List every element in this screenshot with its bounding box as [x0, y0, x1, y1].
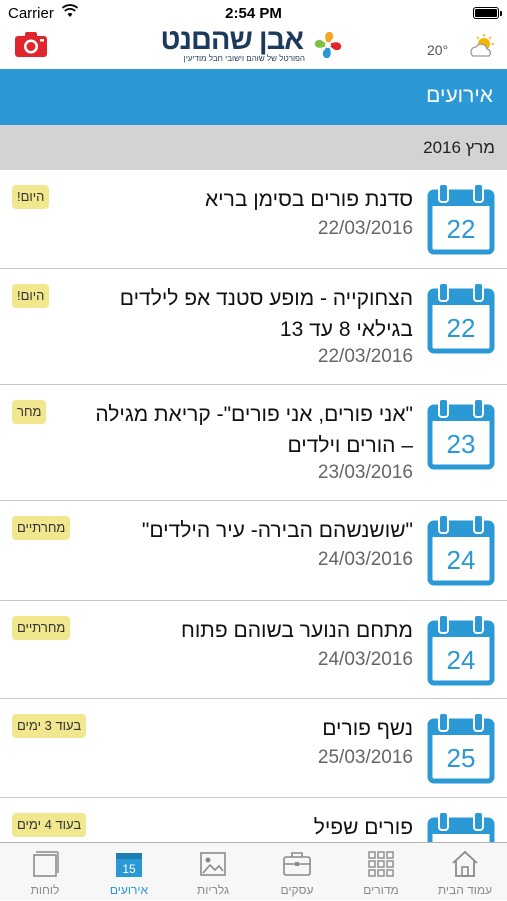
calendar-day-number: 22	[446, 313, 476, 343]
grid-icon	[368, 851, 394, 877]
calendar-icon: 22	[427, 183, 495, 256]
status-badge: בעוד 3 ימים	[12, 714, 87, 738]
calendar-day-number: 22	[446, 214, 476, 244]
weather-temperature: 20°	[427, 42, 449, 58]
event-title: "אני פורים, אני פורים"- קריאת מגילה – הו…	[95, 403, 413, 457]
status-badge: מחרתיים	[12, 516, 71, 540]
calendar-day-number: 24	[446, 645, 476, 675]
month-section-header: מרץ 2016	[0, 125, 507, 170]
event-title: הצחוקייה - מופע סטנד אפ לילדים בגילאי 8 …	[119, 287, 413, 341]
event-title: סדנת פורים בסימן בריא	[204, 188, 413, 211]
calendar-day-number: 23	[446, 429, 476, 459]
tab-label: אירועים	[109, 883, 149, 897]
page-title: אירועים	[426, 84, 493, 107]
app-header: אבן שהםנט הפורטל של שוהם וישובי חבל מודי…	[0, 24, 507, 69]
tab-sections[interactable]: מדורים	[339, 843, 423, 901]
tab-label: עמוד הבית	[437, 883, 493, 897]
list-item[interactable]: 24 "שושנשהם הבירה- עיר הילדים" 24/03/201…	[0, 501, 507, 601]
events-list[interactable]: 22 סדנת פורים בסימן בריא 22/03/2016 היום…	[0, 170, 507, 842]
tab-label: מדורים	[363, 883, 399, 897]
app-logo[interactable]: אבן שהםנט הפורטל של שוהם וישובי חבל מודי…	[160, 24, 349, 68]
status-time: 2:54 PM	[225, 5, 282, 22]
tab-label: עסקים	[280, 883, 314, 897]
calendar-icon	[427, 811, 495, 842]
event-date: 25/03/2016	[317, 747, 413, 768]
calendar-icon: 24	[427, 514, 495, 587]
home-icon	[452, 850, 478, 877]
event-date: 22/03/2016	[317, 346, 413, 367]
calendar-icon: 15	[116, 853, 142, 877]
event-title: מתחם הנוער בשוהם פתוח	[181, 619, 413, 642]
calendar-icon: 25	[427, 712, 495, 785]
status-badge: מחרתיים	[12, 616, 71, 640]
event-date: 23/03/2016	[317, 462, 413, 483]
event-date: 24/03/2016	[317, 649, 413, 670]
list-item[interactable]: 22 סדנת פורים בסימן בריא 22/03/2016 היום…	[0, 170, 507, 269]
status-badge: היום!	[12, 185, 50, 209]
calendar-icon: 23	[427, 398, 495, 471]
page-title-bar: אירועים	[0, 69, 507, 125]
tab-label: לוחות	[30, 883, 60, 897]
tab-bar: עמוד הבית מדורים עסקים גלריות 15 אירועים…	[0, 842, 507, 900]
partly-cloudy-sun-icon	[470, 34, 494, 57]
gallery-icon	[200, 852, 226, 876]
calendar-icon: 24	[427, 614, 495, 687]
camera-icon[interactable]	[14, 31, 48, 58]
status-badge: מחר	[12, 400, 47, 424]
month-label: מרץ 2016	[423, 138, 495, 157]
event-title: "שושנשהם הבירה- עיר הילדים"	[141, 519, 413, 542]
weather-widget[interactable]: 20°	[427, 32, 497, 62]
calendar-day-number: 25	[446, 743, 476, 773]
briefcase-icon	[283, 852, 311, 876]
calendar-day-number: 24	[446, 545, 476, 575]
event-title: נשף פורים	[322, 717, 413, 740]
event-date: 24/03/2016	[317, 549, 413, 570]
event-date: 22/03/2016	[317, 218, 413, 239]
svg-text:15: 15	[122, 862, 136, 876]
list-item[interactable]: 22 הצחוקייה - מופע סטנד אפ לילדים בגילאי…	[0, 269, 507, 385]
event-title: פורים שפיל	[313, 816, 413, 839]
logo-wordmark: אבן שהםנט	[160, 24, 304, 56]
status-badge: היום!	[12, 284, 50, 308]
boards-icon	[33, 851, 59, 877]
list-item[interactable]: פורים שפיל בעוד 4 ימים	[0, 798, 507, 842]
tab-home[interactable]: עמוד הבית	[423, 843, 507, 901]
tab-events[interactable]: 15 אירועים	[87, 843, 171, 901]
calendar-icon: 22	[427, 282, 495, 355]
battery-icon	[473, 7, 502, 19]
tab-boards[interactable]: לוחות	[3, 843, 87, 901]
tab-businesses[interactable]: עסקים	[255, 843, 339, 901]
logo-flower-icon	[314, 31, 342, 59]
tab-galleries[interactable]: גלריות	[171, 843, 255, 901]
tab-label: גלריות	[196, 883, 230, 897]
status-badge: בעוד 4 ימים	[12, 813, 87, 837]
list-item[interactable]: 24 מתחם הנוער בשוהם פתוח 24/03/2016 מחרת…	[0, 601, 507, 699]
logo-tagline: הפורטל של שוהם וישובי חבל מודיעין	[183, 54, 305, 63]
status-bar: Carrier 2:54 PM	[0, 0, 507, 26]
list-item[interactable]: 23 "אני פורים, אני פורים"- קריאת מגילה –…	[0, 385, 507, 501]
list-item[interactable]: 25 נשף פורים 25/03/2016 בעוד 3 ימים	[0, 699, 507, 798]
